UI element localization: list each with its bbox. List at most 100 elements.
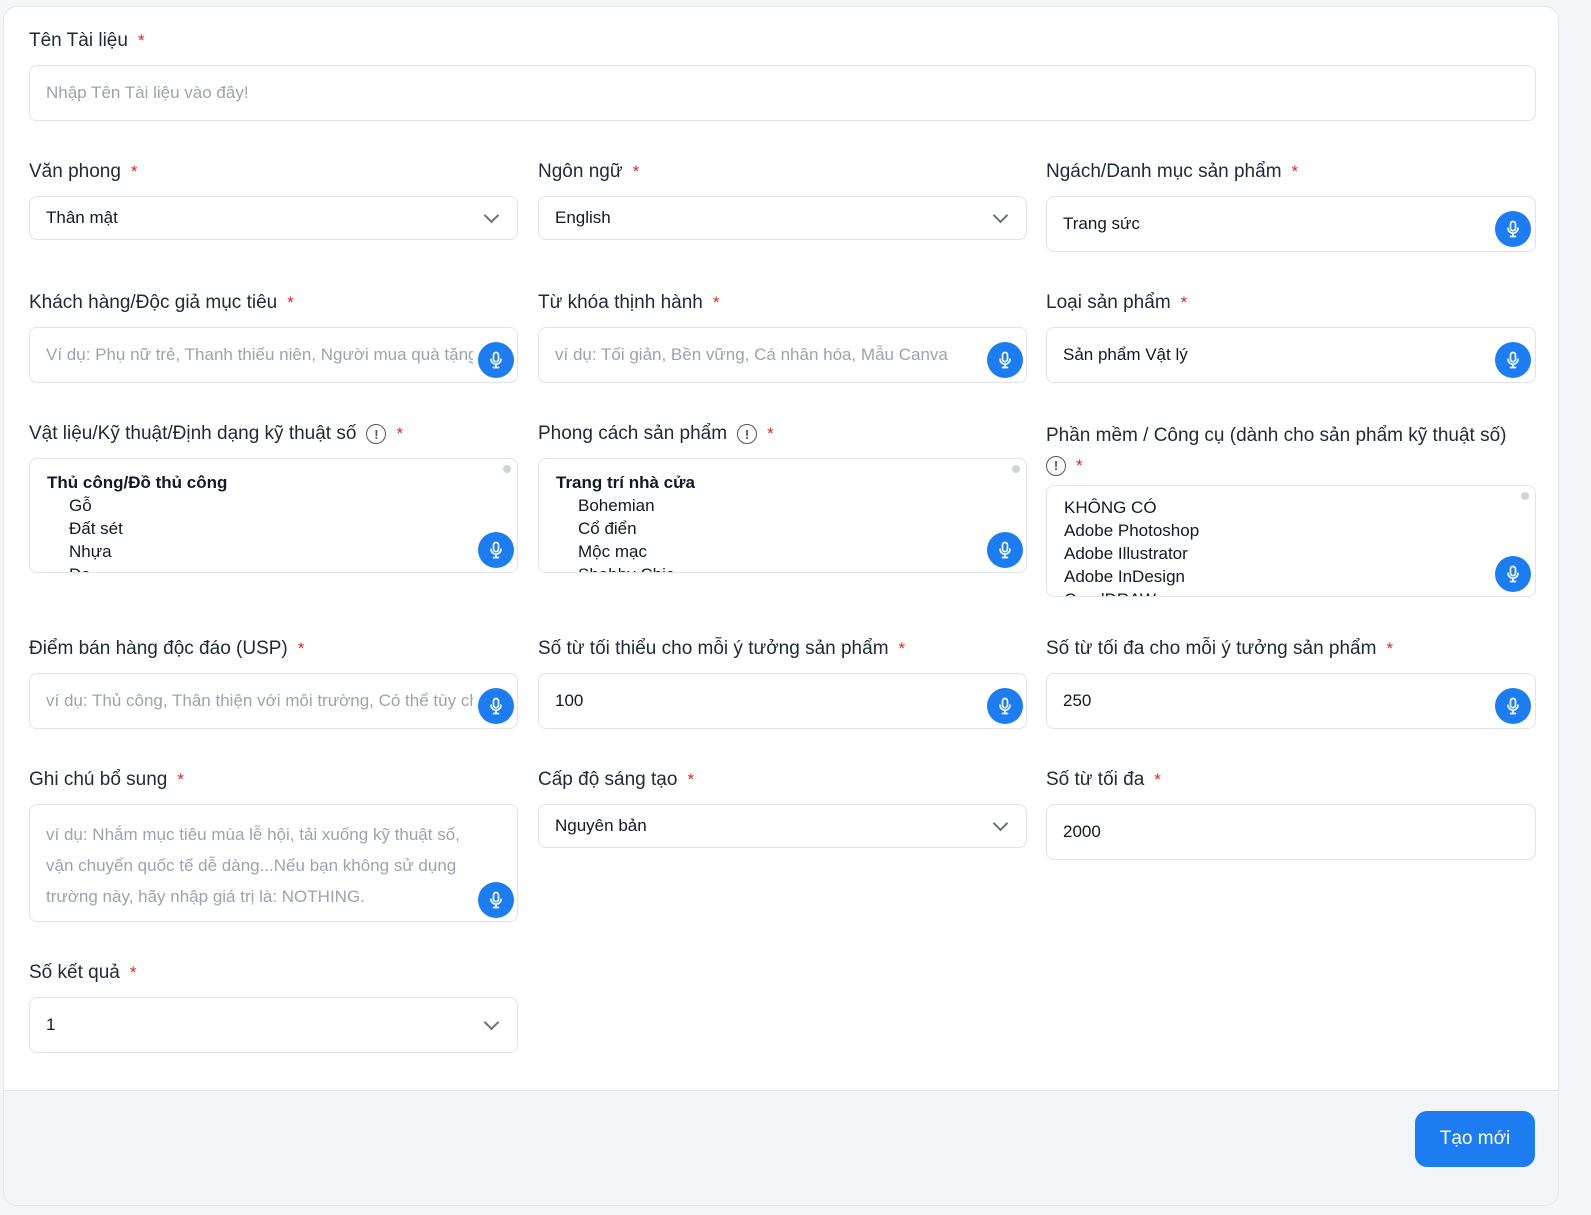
- tone-select[interactable]: Thân mật: [29, 196, 518, 240]
- microphone-icon[interactable]: [478, 532, 514, 568]
- materials-listbox[interactable]: Thủ công/Đồ thủ công Gỗ Đất sét Nhựa Da: [29, 458, 518, 573]
- required-mark: *: [1180, 293, 1188, 312]
- doc-name-input[interactable]: Nhập Tên Tài liệu vào đây!: [29, 65, 1536, 121]
- required-mark: *: [1386, 639, 1394, 658]
- materials-option[interactable]: Gỗ: [47, 494, 500, 517]
- microphone-icon[interactable]: [987, 532, 1023, 568]
- required-mark: *: [129, 963, 137, 982]
- min-words-label: Số từ tối thiểu cho mỗi ý tưởng sản phẩm: [538, 638, 889, 659]
- language-select[interactable]: English: [538, 196, 1027, 240]
- microphone-icon[interactable]: [478, 342, 514, 378]
- language-field: Ngôn ngữ * English: [538, 160, 1027, 240]
- notes-textarea[interactable]: ví dụ: Nhắm mục tiêu mùa lễ hội, tải xuố…: [29, 804, 518, 922]
- software-option[interactable]: Adobe Illustrator: [1064, 542, 1518, 565]
- software-option[interactable]: CorelDRAW: [1064, 588, 1518, 596]
- max-words-idea-label: Số từ tối đa cho mỗi ý tưởng sản phẩm: [1046, 638, 1377, 659]
- max-words-idea-field: Số từ tối đa cho mỗi ý tưởng sản phẩm * 2…: [1046, 637, 1536, 729]
- software-option[interactable]: Adobe Photoshop: [1064, 519, 1518, 542]
- chevron-down-icon: [483, 1014, 500, 1030]
- niche-field: Ngách/Danh mục sản phẩm * Trang sức: [1046, 160, 1536, 252]
- scrollbar[interactable]: [503, 465, 511, 473]
- materials-option[interactable]: Da: [47, 563, 500, 572]
- chevron-down-icon: [483, 207, 500, 223]
- style-label: Phong cách sản phẩm: [538, 423, 728, 444]
- usp-label: Điểm bán hàng độc đáo (USP): [29, 638, 288, 659]
- microphone-icon[interactable]: [1495, 688, 1531, 724]
- microphone-icon[interactable]: [987, 688, 1023, 724]
- info-icon[interactable]: !: [366, 424, 387, 444]
- min-words-input[interactable]: 100: [538, 673, 1027, 729]
- required-mark: *: [137, 31, 145, 50]
- product-type-field: Loại sản phẩm * Sản phẩm Vật lý: [1046, 291, 1536, 383]
- max-words-field: Số từ tối đa * 2000: [1046, 768, 1536, 860]
- materials-option[interactable]: Đất sét: [47, 517, 500, 540]
- niche-label: Ngách/Danh mục sản phẩm: [1046, 161, 1282, 182]
- software-listbox[interactable]: KHÔNG CÓ Adobe Photoshop Adobe Illustrat…: [1046, 485, 1536, 597]
- scrollbar[interactable]: [1521, 492, 1529, 500]
- style-group: Trang trí nhà cửa: [556, 473, 695, 492]
- microphone-icon[interactable]: [478, 688, 514, 724]
- usp-input[interactable]: ví dụ: Thủ công, Thân thiện với môi trườ…: [29, 673, 518, 729]
- style-option[interactable]: Cổ điển: [556, 517, 1009, 540]
- required-mark: *: [177, 770, 184, 789]
- max-words-idea-input[interactable]: 250: [1046, 673, 1536, 729]
- product-type-label: Loại sản phẩm: [1046, 292, 1171, 313]
- language-label: Ngôn ngữ: [538, 161, 623, 182]
- style-option[interactable]: Mộc mạc: [556, 540, 1009, 563]
- required-mark: *: [687, 770, 695, 789]
- microphone-icon[interactable]: [987, 342, 1023, 378]
- tone-label: Văn phong: [29, 161, 121, 182]
- niche-input[interactable]: Trang sức: [1046, 196, 1536, 252]
- chevron-down-icon: [992, 207, 1009, 223]
- style-listbox[interactable]: Trang trí nhà cửa Bohemian Cổ điển Mộc m…: [538, 458, 1027, 573]
- audience-input[interactable]: Ví dụ: Phụ nữ trẻ, Thanh thiếu niên, Ngư…: [29, 327, 518, 383]
- results-label: Số kết quả: [29, 962, 120, 983]
- style-field: Phong cách sản phẩm! * Trang trí nhà cửa …: [538, 422, 1027, 573]
- materials-option[interactable]: Nhựa: [47, 540, 500, 563]
- results-field: Số kết quả * 1: [29, 961, 518, 1053]
- audience-label: Khách hàng/Độc giả mục tiêu: [29, 292, 278, 313]
- creativity-select[interactable]: Nguyên bản: [538, 804, 1027, 848]
- tone-value: Thân mật: [46, 208, 118, 227]
- style-option[interactable]: Shabby Chic: [556, 563, 1009, 572]
- tone-field: Văn phong * Thân mật: [29, 160, 518, 240]
- scrollbar[interactable]: [1012, 465, 1020, 473]
- product-type-input[interactable]: Sản phẩm Vật lý: [1046, 327, 1536, 383]
- audience-field: Khách hàng/Độc giả mục tiêu * Ví dụ: Phụ …: [29, 291, 518, 383]
- max-words-idea-value: 250: [1063, 691, 1092, 710]
- create-button[interactable]: Tạo mới: [1415, 1111, 1535, 1167]
- software-field: Phần mềm / Công cụ (dành cho sản phẩm kỹ…: [1046, 422, 1536, 597]
- doc-name-field: Tên Tài liệu * Nhập Tên Tài liệu vào đây…: [29, 29, 1536, 121]
- niche-value: Trang sức: [1063, 214, 1140, 233]
- microphone-icon[interactable]: [478, 882, 514, 918]
- required-mark: *: [130, 162, 138, 181]
- min-words-value: 100: [555, 691, 584, 710]
- keywords-label: Từ khóa thịnh hành: [538, 292, 703, 313]
- software-option[interactable]: Adobe InDesign: [1064, 565, 1518, 588]
- info-icon[interactable]: !: [1046, 456, 1066, 476]
- microphone-icon[interactable]: [1495, 556, 1531, 592]
- notes-field: Ghi chú bổ sung * ví dụ: Nhắm mục tiêu mù…: [29, 768, 518, 922]
- info-icon[interactable]: !: [737, 424, 758, 444]
- required-mark: *: [1076, 456, 1083, 475]
- software-option[interactable]: KHÔNG CÓ: [1064, 496, 1518, 519]
- results-value: 1: [46, 1015, 56, 1034]
- required-mark: *: [1291, 162, 1299, 181]
- microphone-icon[interactable]: [1495, 211, 1531, 247]
- max-words-input[interactable]: 2000: [1046, 804, 1536, 860]
- creativity-label: Cấp độ sáng tạo: [538, 769, 678, 790]
- creativity-field: Cấp độ sáng tạo * Nguyên bản: [538, 768, 1027, 848]
- chevron-down-icon: [992, 815, 1009, 831]
- style-option[interactable]: Bohemian: [556, 494, 1009, 517]
- language-value: English: [555, 208, 611, 227]
- software-label: Phần mềm / Công cụ (dành cho sản phẩm kỹ…: [1046, 425, 1507, 446]
- required-mark: *: [898, 639, 906, 658]
- required-mark: *: [1154, 770, 1161, 789]
- results-select[interactable]: 1: [29, 997, 518, 1053]
- notes-label: Ghi chú bổ sung: [29, 769, 168, 790]
- required-mark: *: [767, 424, 774, 443]
- microphone-icon[interactable]: [1495, 342, 1531, 378]
- required-mark: *: [287, 293, 294, 312]
- required-mark: *: [632, 162, 640, 181]
- keywords-input[interactable]: ví dụ: Tối giản, Bền vững, Cá nhân hóa, …: [538, 327, 1027, 383]
